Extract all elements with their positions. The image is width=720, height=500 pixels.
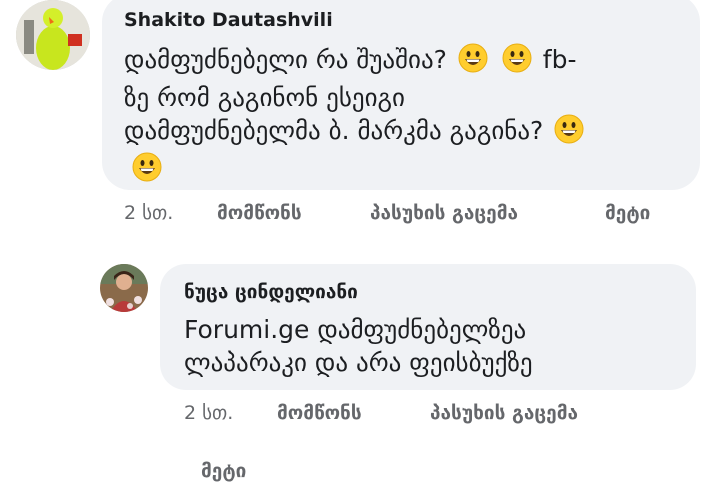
like-button[interactable]: მომწონს	[277, 402, 362, 424]
comment-author[interactable]: Shakito Dautashvili	[124, 9, 333, 31]
comment-text-line: დამფუძნებელმა ბ. მარკმა გაგინა?	[124, 116, 544, 145]
more-button[interactable]: მეტი	[201, 460, 246, 482]
comment-text-line: Forumi.ge დამფუძნებელზეა	[184, 315, 527, 344]
reply-text: Forumi.ge დამფუძნებელზეა ლაპარაკი და არა…	[184, 313, 533, 379]
avatar-nutsa[interactable]	[100, 264, 148, 312]
reply-button[interactable]: პასუხის გაცემა	[370, 202, 518, 224]
grinning-face-icon	[554, 114, 584, 152]
comment-text: დამფუძნებელი რა შუაშია? fb- ზე რომ გაგინ…	[124, 43, 587, 190]
reply-author[interactable]: ნუცა ცინდელიანი	[184, 281, 358, 303]
reply-actions: 2 სთ. მომწონს პასუხის გაცემა	[184, 402, 684, 428]
more-button[interactable]: მეტი	[605, 202, 650, 224]
grinning-face-icon	[132, 152, 162, 190]
comment-text-line: fb-	[542, 45, 577, 74]
comment-timestamp[interactable]: 2 სთ.	[124, 202, 173, 224]
comment-text-line: ზე რომ გაგინონ ესეიგი	[124, 83, 405, 112]
reply-timestamp[interactable]: 2 სთ.	[184, 402, 233, 424]
comment-text-line: დამფუძნებელი რა შუაშია?	[124, 45, 447, 74]
grinning-face-icon	[458, 43, 488, 81]
reply-actions-more: მეტი	[201, 460, 301, 486]
comment-actions: 2 სთ. მომწონს პასუხის გაცემა მეტი	[124, 202, 704, 228]
grinning-face-icon	[502, 43, 532, 81]
like-button[interactable]: მომწონს	[217, 202, 302, 224]
avatar-shakito[interactable]	[16, 0, 90, 70]
comment-text-line: ლაპარაკი და არა ფეისბუქზე	[184, 348, 533, 377]
reply-button[interactable]: პასუხის გაცემა	[430, 402, 578, 424]
